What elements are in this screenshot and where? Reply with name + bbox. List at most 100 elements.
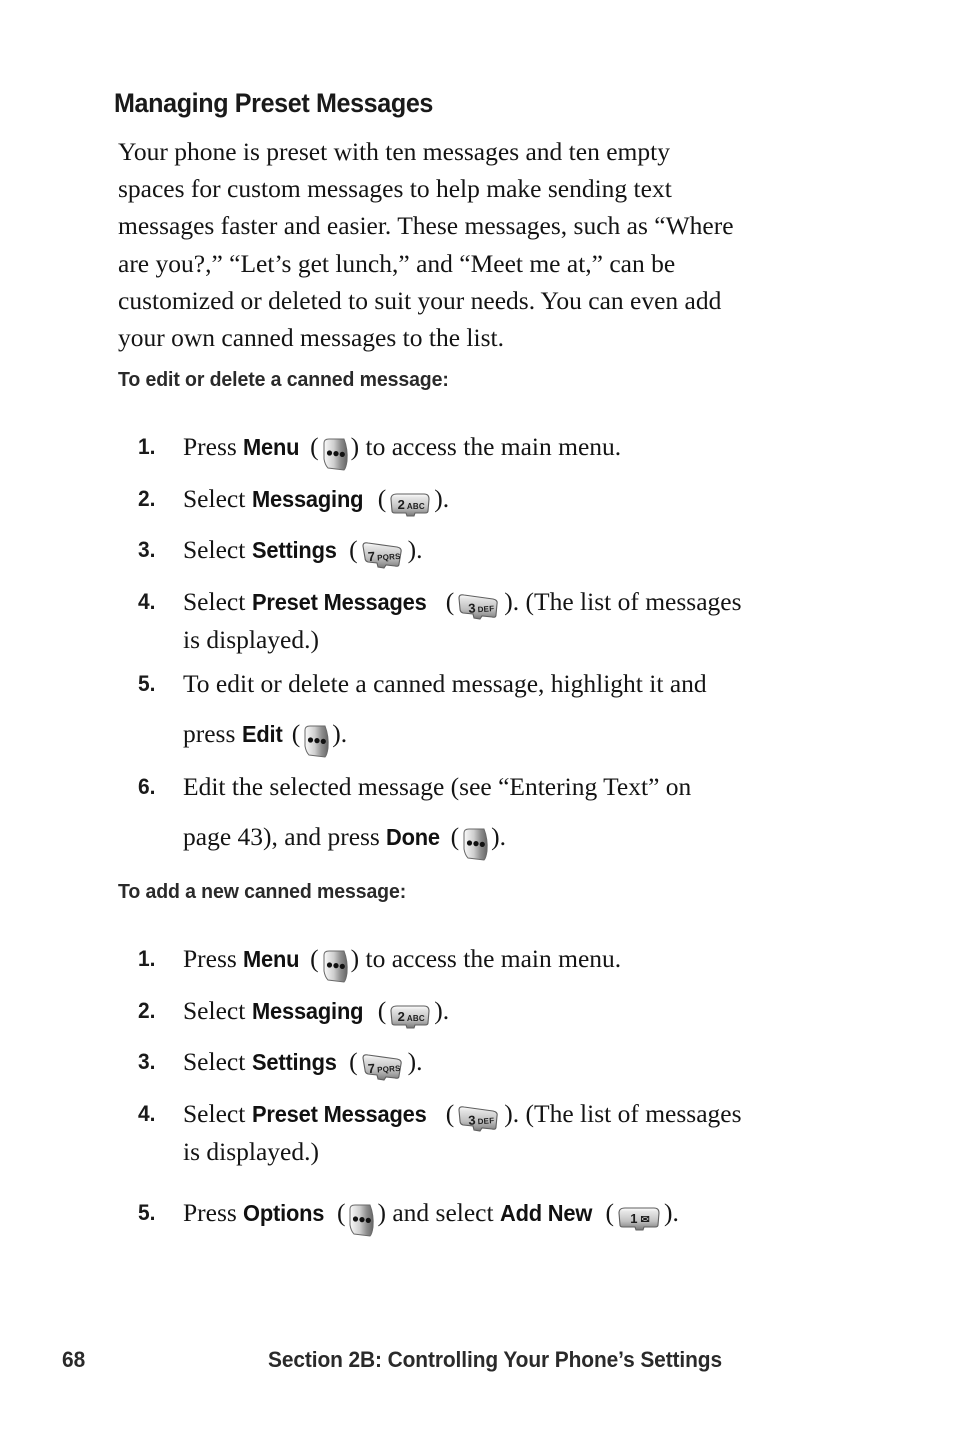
command-label: Preset Messages xyxy=(251,1101,427,1127)
step-text: Select Messaging (2 ABC). xyxy=(183,482,928,517)
list-number: 4. xyxy=(138,589,156,614)
paren-open: ( xyxy=(371,484,387,513)
menu-softkey-icon xyxy=(460,827,490,861)
command-label: Settings xyxy=(251,1049,337,1075)
step-text: Press Menu () to access the main menu. xyxy=(183,430,928,471)
options-softkey-icon xyxy=(346,1203,376,1237)
step-text: Select Messaging (2 ABC). xyxy=(183,994,928,1029)
command-label: Settings xyxy=(251,537,337,563)
list-number: 2. xyxy=(138,486,156,511)
list-item: 1. Press Menu () to access the main menu… xyxy=(138,942,928,983)
list-number: 3. xyxy=(138,537,156,562)
intro-line: spaces for custom messages to help make … xyxy=(118,174,672,204)
intro-line: customized or deleted to suit your needs… xyxy=(118,285,722,315)
paren-open: ( xyxy=(285,719,301,748)
step-prefix: Select xyxy=(183,996,252,1025)
step-text: Select Preset Messages (3DEF). (The list… xyxy=(183,1097,928,1132)
subheading-edit-delete: To edit or delete a canned message: xyxy=(118,368,449,391)
step-prefix: page 43), and press xyxy=(183,822,387,851)
paren-open: ( xyxy=(444,822,460,851)
command-label: Edit xyxy=(241,721,283,747)
step-prefix: Select xyxy=(183,587,252,616)
step-text: Select Preset Messages (3DEF). (The list… xyxy=(183,585,928,620)
paren-close: ) xyxy=(377,1198,386,1227)
keypad-key-3-icon: 3DEF xyxy=(455,1105,503,1132)
footer-section-title: Section 2B: Controlling Your Phone’s Set… xyxy=(268,1347,723,1372)
step-text-line2: press Edit (). xyxy=(183,717,928,758)
step-suffix: . xyxy=(416,1047,423,1076)
intro-line: are you?,” “Let’s get lunch,” and “Meet … xyxy=(118,248,676,278)
keypad-key-7-icon: 7PQRS xyxy=(359,541,407,569)
menu-softkey-icon xyxy=(320,437,350,471)
keypad-key-3-icon: 3DEF xyxy=(455,593,503,620)
step-middle: and select xyxy=(385,1198,500,1227)
list-item: 5. To edit or delete a canned message, h… xyxy=(138,667,928,758)
paren-close: ) xyxy=(407,1047,417,1076)
subheading-add-new: To add a new canned message: xyxy=(118,880,407,903)
menu-softkey-icon xyxy=(320,949,350,983)
list-item: 4. Select Preset Messages (3DEF). (The l… xyxy=(138,585,928,657)
list-item: 4. Select Preset Messages (3DEF). (The l… xyxy=(138,1097,928,1169)
menu-softkey-icon xyxy=(301,724,331,758)
list-item: 3. Select Settings (7PQRS). xyxy=(138,1045,928,1081)
paren-close: ) xyxy=(491,822,500,851)
paren-open: ( xyxy=(342,535,358,564)
step-text: Edit the selected message (see “Entering… xyxy=(183,772,692,801)
paren-open: ( xyxy=(303,944,319,973)
list-item: 1. Press Menu () to access the main menu… xyxy=(138,430,928,471)
paren-close: ) xyxy=(504,587,513,616)
step-suffix: to access the main menu. xyxy=(359,432,622,461)
step-suffix: . (The list of messages xyxy=(512,587,742,616)
paren-open: ( xyxy=(599,1198,614,1227)
step-prefix: Press xyxy=(183,432,244,461)
step-prefix: Select xyxy=(183,1047,252,1076)
step-suffix: . xyxy=(499,822,506,851)
step-text: To edit or delete a canned message, high… xyxy=(183,669,707,698)
list-number: 3. xyxy=(138,1049,156,1074)
keypad-key-1-icon: 1 ✉ xyxy=(615,1205,663,1231)
list-number: 4. xyxy=(138,1101,156,1126)
step-suffix: to access the main menu. xyxy=(359,944,622,973)
step-text: Press Menu () to access the main menu. xyxy=(183,942,928,983)
list-item: 6. Edit the selected message (see “Enter… xyxy=(138,770,928,861)
keypad-key-7-icon: 7PQRS xyxy=(359,1053,407,1081)
list-number: 2. xyxy=(138,998,156,1023)
step-suffix: . xyxy=(416,535,423,564)
list-item: 3. Select Settings (7PQRS). xyxy=(138,533,928,569)
paren-open: ( xyxy=(439,1099,455,1128)
paren-open: ( xyxy=(439,587,455,616)
step-text: Press Options () and select Add New (1 ✉)… xyxy=(183,1196,928,1237)
command-label: Preset Messages xyxy=(251,589,427,615)
list-number: 5. xyxy=(138,1200,156,1225)
paren-open: ( xyxy=(330,1198,346,1227)
command-label: Menu xyxy=(243,946,300,972)
step-prefix: Select xyxy=(183,1099,252,1128)
command-label: Messaging xyxy=(251,998,363,1024)
paren-close: ) xyxy=(350,432,360,461)
list-number: 1. xyxy=(138,434,156,459)
document-page: Managing Preset Messages Your phone is p… xyxy=(0,0,954,1431)
step-text-line2: is displayed.) xyxy=(183,625,319,654)
page-title: Managing Preset Messages xyxy=(114,88,434,118)
intro-paragraph: Your phone is preset with ten messages a… xyxy=(118,133,878,356)
intro-line: messages faster and easier. These messag… xyxy=(118,211,734,241)
intro-line: Your phone is preset with ten messages a… xyxy=(118,137,670,166)
paren-close: ) xyxy=(407,535,417,564)
paren-open: ( xyxy=(371,996,387,1025)
step-prefix: Select xyxy=(183,535,252,564)
list-number: 5. xyxy=(138,671,156,696)
step-suffix: . xyxy=(340,719,348,748)
paren-close: ) xyxy=(504,1099,513,1128)
step-suffix: . xyxy=(672,1198,679,1227)
step-prefix: Press xyxy=(183,944,244,973)
step-prefix: press xyxy=(183,719,242,748)
list-item: 2. Select Messaging (2 ABC). xyxy=(138,482,928,517)
paren-close: ) xyxy=(332,719,341,748)
list-number: 6. xyxy=(138,774,156,799)
paren-open: ( xyxy=(342,1047,358,1076)
command-label-2: Add New xyxy=(499,1200,593,1226)
list-item: 5. Press Options () and select Add New (… xyxy=(138,1196,928,1237)
step-prefix: Press xyxy=(183,1198,244,1227)
step-suffix: . xyxy=(442,996,450,1025)
footer-page-number: 68 xyxy=(62,1347,86,1372)
